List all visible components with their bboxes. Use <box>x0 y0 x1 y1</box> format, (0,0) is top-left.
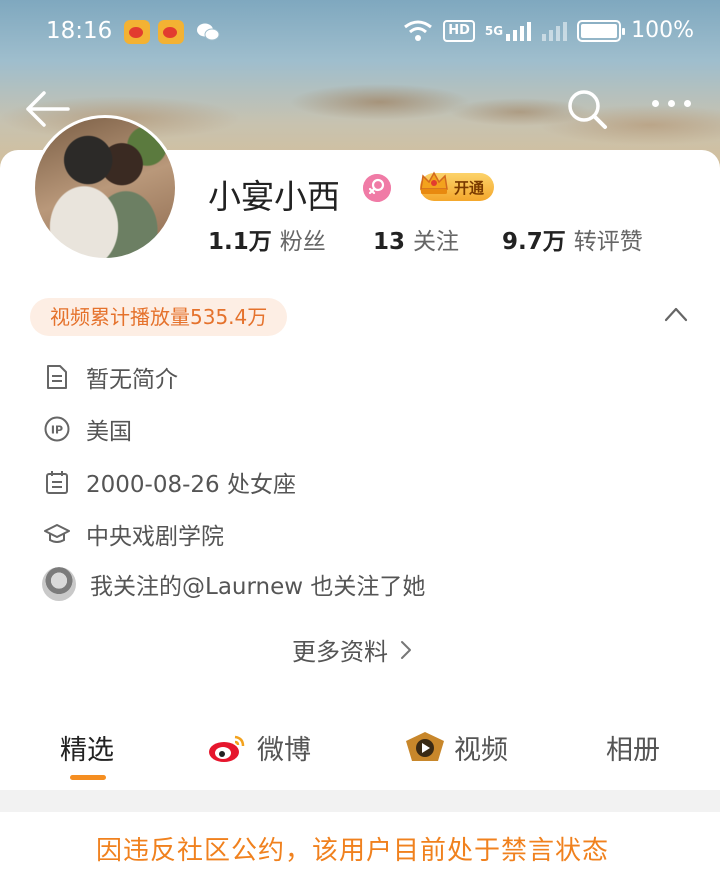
stat-likes[interactable]: 9.7万 转评赞 <box>502 222 643 256</box>
mutual-follow-row[interactable]: 我关注的@Laurnew 也关注了她 <box>42 567 425 601</box>
signal-icon-sim2 <box>542 21 568 41</box>
profile-name: 小宴小西 <box>208 177 340 216</box>
back-arrow-icon[interactable] <box>24 90 70 128</box>
profile-tabs: 精选 微博 视频 相册 <box>0 718 720 790</box>
stat-number: 13 <box>373 229 406 255</box>
weibo-app-icon <box>124 20 150 44</box>
stat-label: 转评赞 <box>573 229 643 255</box>
avatar[interactable] <box>32 115 178 261</box>
status-time: 18:16 <box>46 18 113 44</box>
stat-label: 关注 <box>413 229 460 255</box>
birthday-text: 2000-08-26 处女座 <box>86 472 296 498</box>
vip-label: 开通 <box>453 178 484 197</box>
stat-number: 1.1万 <box>208 229 272 255</box>
section-divider <box>0 790 720 812</box>
signal-icon <box>506 21 532 41</box>
tab-label: 精选 <box>60 735 114 766</box>
tab-video[interactable]: 视频 <box>404 728 508 767</box>
school-row: 中央戏剧学院 <box>44 517 224 551</box>
signal-label: 5G <box>484 23 504 38</box>
tab-label: 微博 <box>257 735 311 766</box>
weibo-app-icon <box>158 20 184 44</box>
ip-location-icon: IP <box>44 416 70 442</box>
tab-label: 视频 <box>454 735 508 766</box>
stat-label: 粉丝 <box>279 229 326 255</box>
wifi-icon <box>404 20 433 41</box>
more-info-label: 更多资料 <box>292 638 388 666</box>
profile-stats: 1.1万 粉丝 13 关注 9.7万 转评赞 <box>208 222 643 256</box>
video-plays-badge[interactable]: 视频累计播放量535.4万 <box>30 298 288 336</box>
stat-following[interactable]: 13 关注 <box>373 222 502 256</box>
battery-level: 100% <box>631 18 694 43</box>
female-icon <box>363 174 391 202</box>
tab-weibo[interactable]: 微博 <box>207 728 311 767</box>
weibo-icon <box>209 735 245 762</box>
bio-row: 暂无简介 <box>44 360 178 394</box>
ip-text: 美国 <box>86 419 132 445</box>
birthday-row: 2000-08-26 处女座 <box>44 465 296 499</box>
calendar-icon <box>46 471 68 494</box>
chevron-up-icon[interactable] <box>664 306 688 322</box>
video-icon <box>406 731 444 761</box>
school-text: 中央戏剧学院 <box>86 524 224 550</box>
more-options-icon[interactable] <box>652 100 696 116</box>
chevron-right-icon <box>401 640 411 659</box>
tab-album[interactable]: 相册 <box>606 728 660 767</box>
status-indicators: HD 5G 100% <box>403 18 694 43</box>
crown-icon <box>420 171 448 194</box>
more-info-link[interactable]: 更多资料 <box>292 632 412 667</box>
ban-notice: 因违反社区公约，该用户目前处于禁言状态 <box>96 836 610 866</box>
svg-text:IP: IP <box>51 424 63 437</box>
document-icon <box>47 365 67 389</box>
mutual-text: 我关注的@Laurnew 也关注了她 <box>90 574 426 600</box>
battery-icon <box>577 19 626 42</box>
ip-row: IP 美国 <box>44 412 132 446</box>
search-icon[interactable] <box>566 88 608 130</box>
hd-badge: HD <box>443 19 475 42</box>
bio-text: 暂无简介 <box>86 367 178 393</box>
vip-open-button[interactable]: 开通 <box>420 171 494 201</box>
graduation-cap-icon <box>44 524 70 543</box>
stat-followers[interactable]: 1.1万 粉丝 <box>208 222 373 256</box>
active-tab-indicator <box>70 775 106 780</box>
stat-number: 9.7万 <box>502 229 566 255</box>
wechat-icon <box>197 23 220 41</box>
mutual-avatar <box>42 567 76 601</box>
tab-label: 相册 <box>606 735 660 766</box>
status-bar: 18:16 HD 5G 100% <box>0 0 720 64</box>
tab-featured[interactable]: 精选 <box>60 728 114 767</box>
